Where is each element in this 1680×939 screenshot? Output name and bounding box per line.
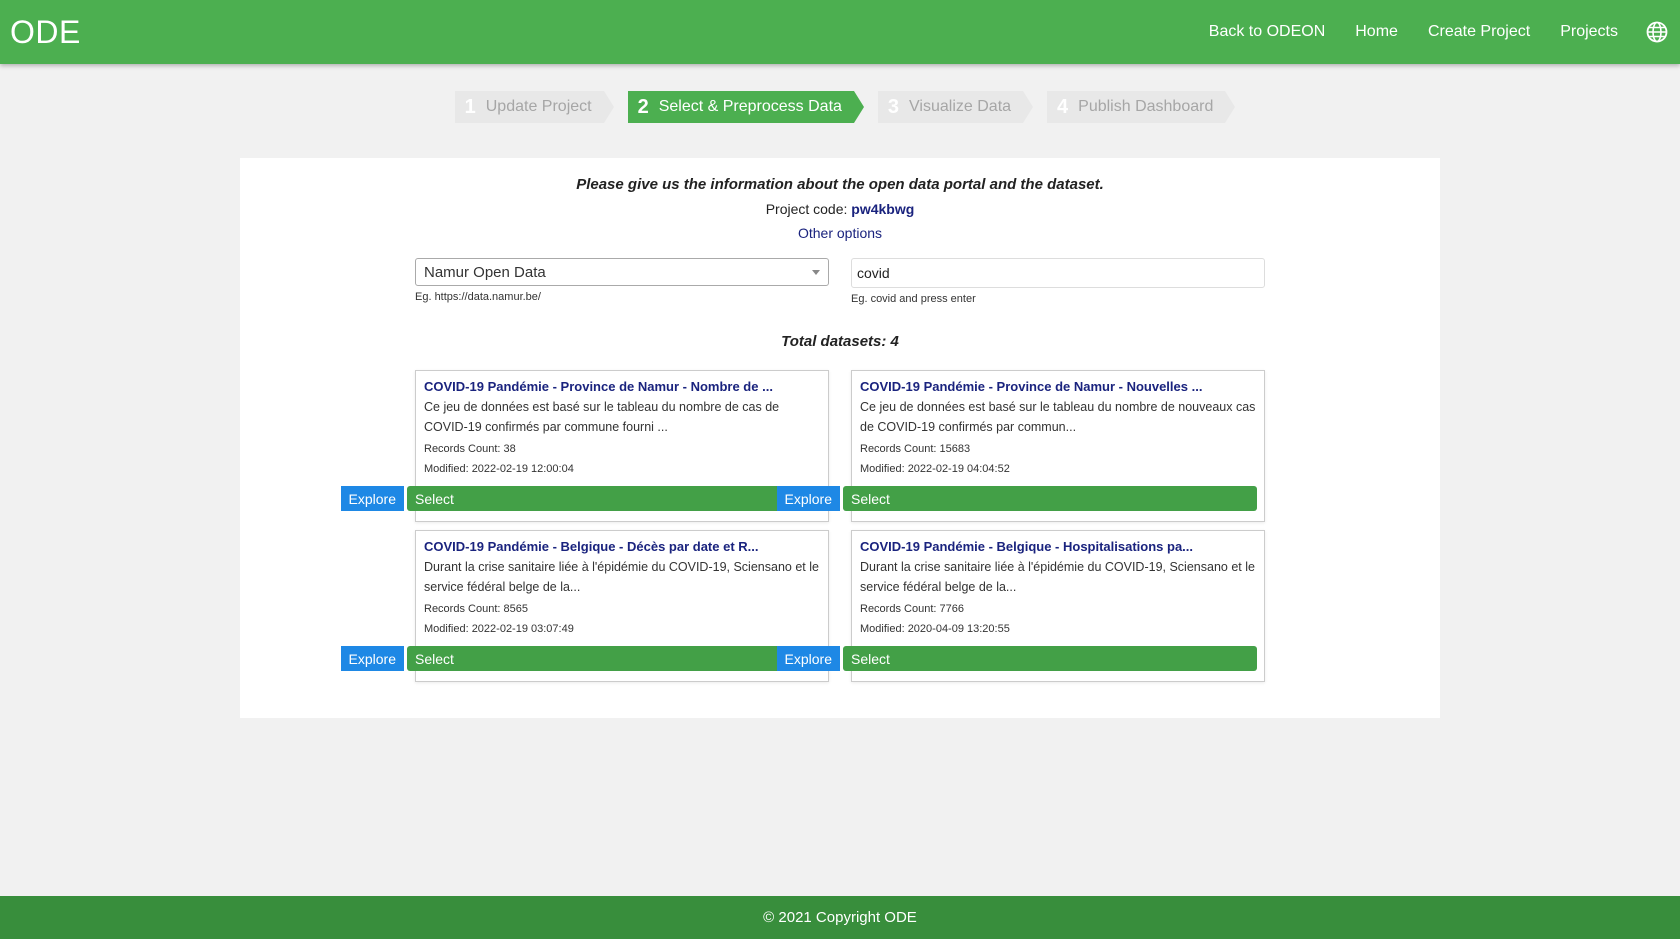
step-label: Update Project (485, 98, 592, 115)
intro-question: Please give us the information about the… (576, 176, 1104, 193)
dataset-modified: Modified: 2020-04-09 13:20:55 (860, 623, 1010, 635)
portal-select[interactable]: Namur Open Data (415, 258, 829, 286)
nav-back-to-odeon[interactable]: Back to ODEON (1209, 23, 1325, 41)
step-label: Visualize Data (909, 98, 1012, 115)
main-panel: Please give us the information about the… (240, 158, 1440, 718)
dataset-description: Ce jeu de données est basé sur le tablea… (424, 400, 780, 434)
select-button[interactable]: Select (407, 646, 821, 671)
dataset-title[interactable]: COVID-19 Pandémie - Province de Namur - … (424, 379, 820, 394)
top-navbar: ODE Back to ODEON Home Create Project Pr… (0, 0, 1680, 64)
select-button[interactable]: Select (843, 646, 1257, 671)
step-number: 2 (637, 96, 649, 118)
dataset-records-count: Records Count: 7766 (860, 603, 964, 615)
nav-projects[interactable]: Projects (1560, 23, 1618, 41)
dataset-actions: Explore Select (338, 646, 821, 671)
step-label: Publish Dashboard (1078, 98, 1214, 115)
dataset-title[interactable]: COVID-19 Pandémie - Belgique - Hospitali… (860, 539, 1256, 554)
explore-button[interactable]: Explore (776, 646, 840, 671)
brand-logo[interactable]: ODE (10, 14, 81, 51)
step-number: 1 (464, 96, 476, 118)
step-label: Select & Preprocess Data (658, 98, 842, 115)
dataset-grid: COVID-19 Pandémie - Province de Namur - … (340, 370, 1265, 682)
dataset-modified: Modified: 2022-02-19 04:04:52 (860, 463, 1010, 475)
select-button[interactable]: Select (843, 486, 1257, 511)
main-nav: Back to ODEON Home Create Project Projec… (1179, 21, 1668, 43)
dataset-actions: Explore Select (774, 486, 1257, 511)
other-options-link[interactable]: Other options (798, 225, 882, 241)
dataset-records-count: Records Count: 38 (424, 443, 516, 455)
step-publish-dashboard[interactable]: 4 Publish Dashboard (1047, 91, 1236, 123)
search-hint: Eg. covid and press enter (851, 293, 976, 305)
dataset-actions: Explore Select (774, 646, 1257, 671)
dataset-modified: Modified: 2022-02-19 03:07:49 (424, 623, 574, 635)
project-code-label: Project code: (765, 201, 848, 217)
copyright-text: © 2021 Copyright ODE (763, 909, 917, 926)
project-code: Project code: pw4kbwg (240, 201, 1440, 217)
explore-button[interactable]: Explore (340, 646, 404, 671)
portal-selected-value: Namur Open Data (424, 263, 546, 281)
search-form: Namur Open Data Eg. https://data.namur.b… (415, 258, 1265, 305)
intro-section: Please give us the information about the… (240, 176, 1440, 243)
globe-icon[interactable] (1646, 21, 1668, 43)
project-code-value: pw4kbwg (851, 201, 915, 217)
dataset-card: COVID-19 Pandémie - Province de Namur - … (776, 370, 1265, 522)
step-visualize-data[interactable]: 3 Visualize Data (877, 91, 1034, 123)
total-datasets: Total datasets: 4 (781, 333, 899, 350)
dataset-card: COVID-19 Pandémie - Province de Namur - … (340, 370, 829, 522)
explore-button[interactable]: Explore (776, 486, 840, 511)
dataset-title[interactable]: COVID-19 Pandémie - Province de Namur - … (860, 379, 1256, 394)
dataset-records-count: Records Count: 15683 (860, 443, 971, 455)
select-button[interactable]: Select (407, 486, 821, 511)
dataset-description: Durant la crise sanitaire liée à l'épidé… (860, 560, 1255, 594)
step-number: 3 (887, 96, 900, 118)
dataset-description: Ce jeu de données est basé sur le tablea… (860, 400, 1256, 434)
nav-create-project[interactable]: Create Project (1428, 23, 1530, 41)
dataset-card: COVID-19 Pandémie - Belgique - Décès par… (340, 530, 829, 682)
explore-button[interactable]: Explore (340, 486, 404, 511)
portal-field: Namur Open Data Eg. https://data.namur.b… (415, 258, 829, 305)
step-number: 4 (1057, 96, 1069, 118)
dataset-search-input[interactable] (851, 258, 1265, 288)
dataset-actions: Explore Select (338, 486, 821, 511)
footer: © 2021 Copyright ODE (0, 896, 1680, 939)
nav-home[interactable]: Home (1355, 23, 1398, 41)
portal-hint: Eg. https://data.namur.be/ (415, 291, 541, 303)
wizard-stepper: 1 Update Project 2 Select & Preprocess D… (0, 91, 1680, 123)
search-field: Eg. covid and press enter (851, 258, 1265, 305)
dataset-modified: Modified: 2022-02-19 12:00:04 (424, 463, 574, 475)
dataset-card: COVID-19 Pandémie - Belgique - Hospitali… (776, 530, 1265, 682)
dataset-title[interactable]: COVID-19 Pandémie - Belgique - Décès par… (424, 539, 820, 554)
dataset-description: Durant la crise sanitaire liée à l'épidé… (424, 560, 819, 594)
step-update-project[interactable]: 1 Update Project (454, 91, 614, 123)
dataset-records-count: Records Count: 8565 (424, 603, 528, 615)
chevron-down-icon (812, 269, 820, 275)
step-select-preprocess-data[interactable]: 2 Select & Preprocess Data (627, 91, 865, 123)
